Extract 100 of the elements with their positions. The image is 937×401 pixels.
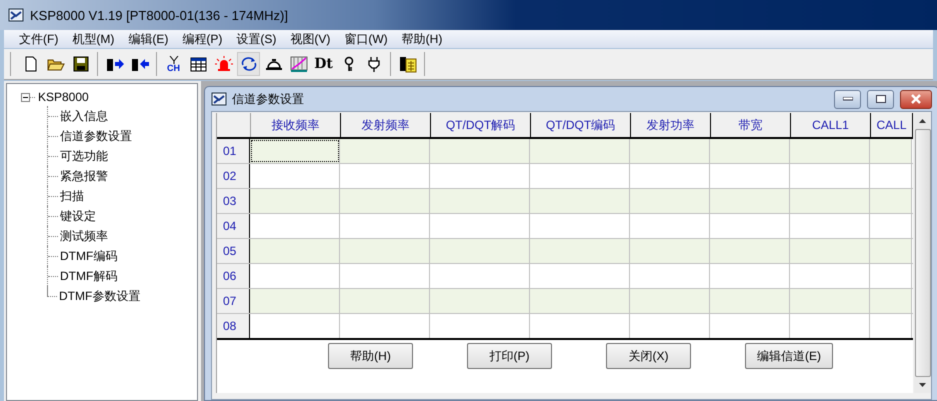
row-number: 07 [217,289,250,313]
tree-item[interactable]: DTMF编码 [59,248,118,264]
bell-icon [264,56,282,72]
table-cell[interactable] [870,239,912,263]
window-title: KSP8000 V1.19 [PT8000-01(136 - 174MHz)] [30,8,288,22]
letters-tool-button[interactable]: Dt [312,52,335,76]
table-cell[interactable] [710,239,790,263]
vertical-scrollbar[interactable] [914,113,931,393]
table-cell[interactable] [870,289,912,313]
table-cell[interactable] [630,239,710,263]
column-header: 带宽 [711,113,791,137]
tree-item[interactable]: 嵌入信息 [59,108,109,124]
table-cell[interactable] [250,289,340,313]
key-icon [342,56,354,72]
plug-icon [366,56,382,72]
menu-item[interactable]: 视图(V) [283,30,338,48]
table-cell[interactable] [250,189,340,213]
tree-item[interactable]: 可选功能 [59,148,109,164]
tree-item[interactable]: 扫描 [59,188,85,204]
table-cell[interactable] [530,289,630,313]
scroll-up-icon[interactable] [919,119,926,123]
table-cell[interactable] [430,139,530,163]
menu-item[interactable]: 设置(S) [229,30,284,48]
column-header: CALL [871,113,913,137]
maximize-button[interactable] [867,90,894,108]
radio-arrow-left-icon [130,56,148,72]
table-cell[interactable] [790,239,870,263]
table-cell[interactable] [630,289,710,313]
row-number: 08 [217,314,250,338]
row-number: 06 [217,264,250,288]
document-icon [22,56,38,72]
column-header: QT/DQT编码 [531,113,631,137]
antenna-tool-button[interactable]: CH [162,52,185,76]
window-title: 信道参数设置 [232,90,304,108]
window-logo-icon [211,91,227,107]
row-number: 02 [217,164,250,188]
table-cell[interactable] [630,139,710,163]
menu-item[interactable]: 文件(F) [12,30,66,48]
table-cell[interactable] [340,239,430,263]
app-logo-icon [8,7,24,23]
dialog-button[interactable]: 关闭(X) [606,343,691,369]
row-number: 01 [217,139,250,163]
radio-document-icon [398,55,416,73]
refresh-tool-button[interactable] [237,52,260,76]
table-cell[interactable] [430,239,530,263]
menu-item[interactable]: 编辑(E) [121,30,176,48]
table-cell[interactable] [790,189,870,213]
table-icon [190,56,207,72]
table-cell[interactable] [710,189,790,213]
scroll-down-icon[interactable] [919,383,926,387]
scrollbar-thumb[interactable] [914,129,930,377]
column-header: 发射功率 [631,113,711,137]
tree-item[interactable]: DTMF解码 [59,268,118,284]
column-header: CALL1 [791,113,871,137]
table-cell[interactable] [430,189,530,213]
menu-item[interactable]: 帮助(H) [394,30,450,48]
tree-item[interactable]: 紧急报警 [59,168,109,184]
collapse-icon[interactable] [21,92,30,102]
table-cell[interactable] [710,139,790,163]
table-cell[interactable] [530,189,630,213]
table-cell[interactable] [250,239,340,263]
table-cell[interactable] [870,139,912,163]
alarm-light-icon [214,56,232,72]
radio-arrow-right-icon [106,56,124,72]
minimize-icon [842,97,852,101]
antenna-icon [168,56,178,64]
column-header: QT/DQT解码 [431,113,531,137]
table-cell[interactable] [790,289,870,313]
table-cell[interactable] [340,189,430,213]
table-cell[interactable] [340,139,430,163]
table-cell[interactable] [710,289,790,313]
close-button[interactable] [900,90,932,108]
tree-item[interactable]: DTMF参数设置 [58,288,142,304]
dialog-button[interactable]: 编辑信道(E) [745,343,833,369]
column-header: 接收频率 [251,113,341,137]
table-cell[interactable] [250,139,340,163]
table-cell[interactable] [530,239,630,263]
table-cell[interactable] [870,189,912,213]
row-number: 04 [217,214,250,238]
table-cell[interactable] [340,289,430,313]
dialog-button[interactable]: 打印(P) [467,343,552,369]
minimize-button[interactable] [834,90,861,108]
dialog-button[interactable]: 帮助(H) [328,343,413,369]
tree-item[interactable]: 键设定 [59,208,97,224]
menu-item[interactable]: 编程(P) [175,30,230,48]
menu-item[interactable]: 机型(M) [65,30,122,48]
table-cell[interactable] [430,289,530,313]
table-cell[interactable] [530,139,630,163]
chart-icon [290,56,308,72]
row-number: 05 [217,239,250,263]
tree-item[interactable]: 测试频率 [59,228,109,244]
table-cell[interactable] [630,189,710,213]
maximize-icon [876,95,886,103]
column-header: 发射频率 [341,113,431,137]
row-number: 03 [217,189,250,213]
refresh-icon [240,56,258,72]
tree-item[interactable]: KSP8000 [37,90,90,104]
menu-item[interactable]: 窗口(W) [337,30,395,48]
tree-item[interactable]: 信道参数设置 [59,128,133,144]
table-cell[interactable] [790,139,870,163]
